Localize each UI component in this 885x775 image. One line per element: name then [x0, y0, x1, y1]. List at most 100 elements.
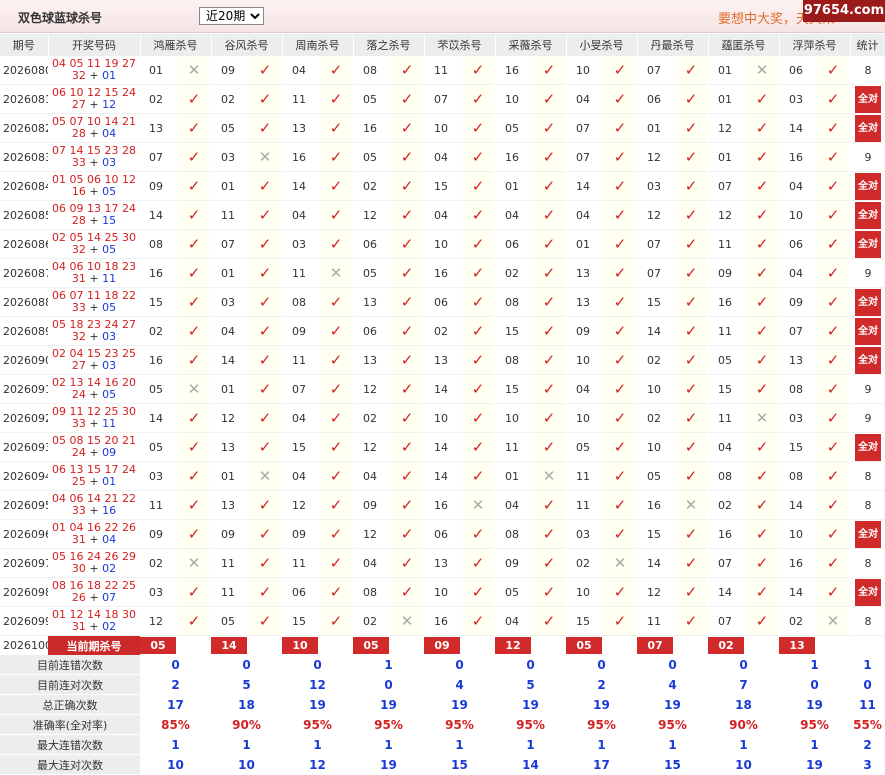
- kill-number: 02: [637, 403, 675, 433]
- kill-number: 03: [566, 519, 604, 549]
- check-icon: ✓: [746, 229, 780, 259]
- red-ball-last: 31: [71, 620, 86, 633]
- draw-numbers: 04 06 14 21 22 33 + 16: [48, 490, 140, 520]
- check-icon: ✓: [533, 171, 567, 201]
- kill-number: 11: [708, 403, 746, 433]
- issue-number: 2026080: [0, 56, 48, 85]
- stat-cell: 8: [850, 606, 885, 636]
- check-icon: ✓: [817, 490, 851, 520]
- table-row: 2026093 05 08 15 20 21 24 + 09 05 ✓ 13 ✓ 15 ✓ 12 ✓…: [0, 432, 885, 462]
- check-icon: ✓: [462, 403, 496, 433]
- cross-icon: ✕: [249, 142, 283, 172]
- kill-number: 16: [140, 345, 178, 375]
- kill-number: 15: [495, 316, 533, 346]
- kill-number: 06: [424, 287, 462, 317]
- check-icon: ✓: [249, 374, 283, 404]
- check-icon: ✓: [542, 119, 556, 137]
- kill-number: 09: [282, 519, 320, 549]
- check-icon: ✓: [542, 554, 556, 572]
- column-header: 蕴匿杀号: [708, 34, 780, 56]
- check-icon: ✓: [400, 380, 414, 398]
- current-kill-number: 09: [424, 637, 460, 654]
- issue-number: 2026095: [0, 490, 48, 520]
- cross-icon: ✕: [320, 258, 354, 288]
- kill-number: 04: [282, 403, 320, 433]
- check-icon: ✓: [675, 113, 709, 143]
- kill-number: 05: [566, 432, 604, 462]
- table-row: 2026088 06 07 11 18 22 33 + 05 15 ✓ 03 ✓ 08 ✓ 13 ✓…: [0, 287, 885, 317]
- check-icon: ✓: [462, 113, 496, 143]
- stat-label: 准确率(全对率): [0, 714, 140, 735]
- stat-value: 5: [242, 677, 251, 692]
- check-icon: ✓: [604, 577, 638, 607]
- check-icon: ✓: [400, 148, 414, 166]
- kill-number: 13: [211, 432, 249, 462]
- period-select[interactable]: 近20期: [199, 7, 264, 25]
- kill-number: 12: [282, 490, 320, 520]
- check-icon: ✓: [471, 264, 485, 282]
- current-kill-cell: 09: [424, 636, 495, 656]
- stat-value: 19: [806, 757, 823, 772]
- check-icon: ✓: [604, 519, 638, 549]
- check-icon: ✓: [755, 235, 769, 253]
- check-icon: ✓: [391, 461, 425, 491]
- kill-number: 10: [424, 229, 462, 259]
- kill-number: 06: [637, 84, 675, 114]
- cross-icon: ✕: [471, 496, 485, 514]
- check-icon: ✓: [329, 177, 343, 195]
- stat-value: 19: [309, 697, 326, 712]
- red-ball-last: 32: [71, 243, 86, 256]
- kill-number: 11: [282, 345, 320, 375]
- check-icon: ✓: [391, 84, 425, 114]
- check-icon: ✓: [613, 496, 627, 514]
- check-icon: ✓: [471, 119, 485, 137]
- check-icon: ✓: [400, 61, 414, 79]
- stat-value: 95%: [587, 717, 616, 732]
- kill-number: 04: [424, 142, 462, 172]
- stat-count: 8: [864, 556, 872, 570]
- issue-number: 2026098: [0, 577, 48, 607]
- check-icon: ✓: [542, 61, 556, 79]
- stat-row: 目前连错次数 0 0 0 1 0 0 0 0 0 1 1: [0, 655, 885, 675]
- check-icon: ✓: [320, 113, 354, 143]
- issue-number: 2026085: [0, 200, 48, 230]
- check-icon: ✓: [684, 612, 698, 630]
- check-icon: ✓: [329, 438, 343, 456]
- kill-number: 02: [140, 316, 178, 346]
- column-header: 期号: [0, 34, 49, 56]
- check-icon: ✓: [320, 577, 354, 607]
- kill-number: 14: [779, 113, 817, 143]
- stat-value: 1: [384, 657, 393, 672]
- kill-number: 12: [708, 113, 746, 143]
- kill-number: 11: [282, 548, 320, 578]
- check-icon: ✓: [533, 84, 567, 114]
- kill-number: 04: [282, 56, 320, 85]
- check-icon: ✓: [613, 409, 627, 427]
- stat-count: 9: [864, 382, 872, 396]
- blue-ball: 04: [102, 127, 117, 140]
- draw-numbers: 09 11 12 25 30 33 + 11: [48, 403, 140, 433]
- check-icon: ✓: [684, 438, 698, 456]
- red-ball-last: 24: [71, 388, 86, 401]
- check-icon: ✓: [755, 438, 769, 456]
- check-icon: ✓: [613, 525, 627, 543]
- check-icon: ✓: [684, 177, 698, 195]
- kill-number: 08: [779, 374, 817, 404]
- kill-number: 08: [353, 577, 391, 607]
- check-icon: ✓: [178, 142, 212, 172]
- column-header: 周南杀号: [282, 34, 354, 56]
- check-icon: ✓: [817, 374, 851, 404]
- check-icon: ✓: [542, 583, 556, 601]
- kill-number: 15: [424, 171, 462, 201]
- check-icon: ✓: [329, 293, 343, 311]
- check-icon: ✓: [604, 229, 638, 259]
- check-icon: ✓: [684, 351, 698, 369]
- check-icon: ✓: [320, 461, 354, 491]
- red-ball-last: 31: [71, 533, 86, 546]
- check-icon: ✓: [258, 409, 272, 427]
- check-icon: ✓: [187, 322, 201, 340]
- kill-number: 01: [637, 113, 675, 143]
- check-icon: ✓: [178, 606, 212, 636]
- kill-number: 10: [779, 519, 817, 549]
- stat-value: 19: [522, 697, 539, 712]
